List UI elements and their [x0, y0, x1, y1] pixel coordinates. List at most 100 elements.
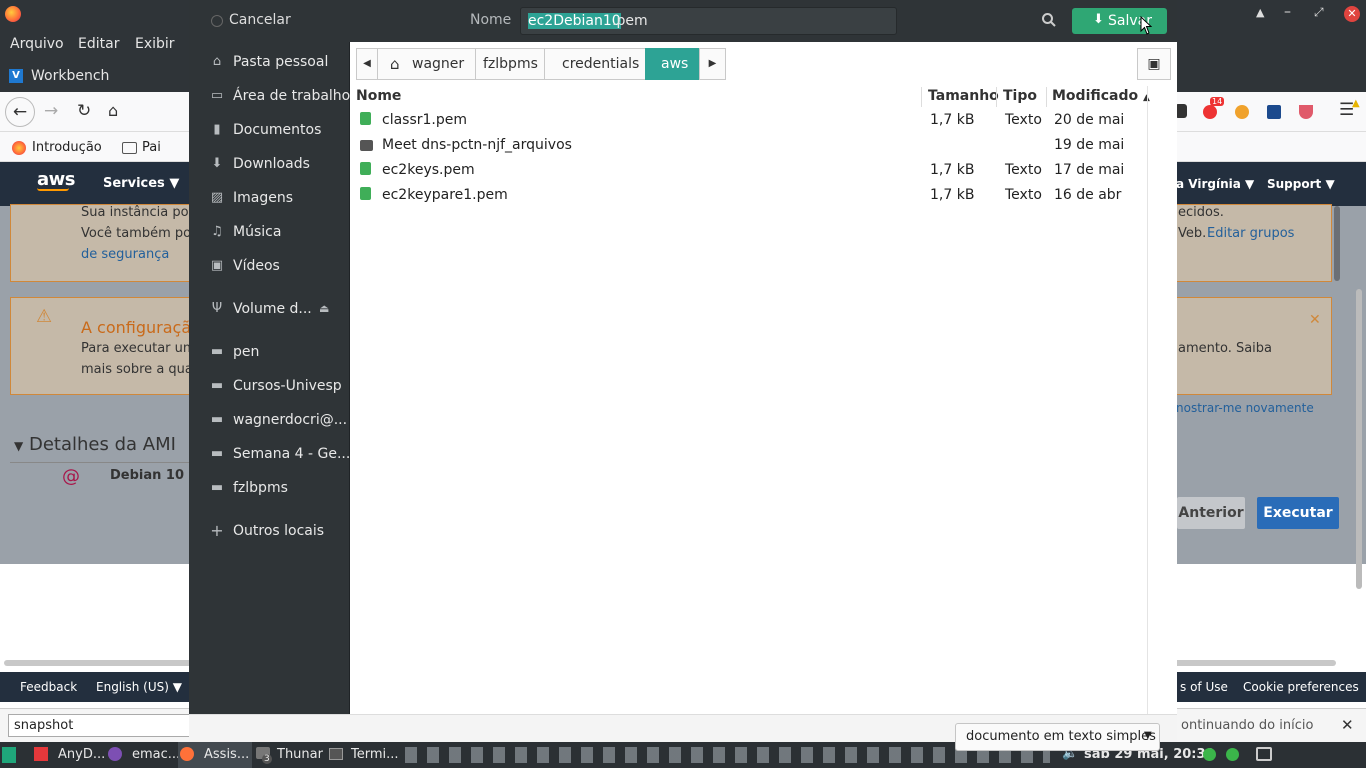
sidebar-item-music[interactable]: ♫ Música — [189, 215, 350, 249]
edit-groups-link[interactable]: Editar grupos — [1207, 226, 1294, 241]
file-modified: 16 de abr — [1054, 187, 1122, 203]
sidebar-item-label: Downloads — [233, 156, 310, 172]
sidebar-item-home[interactable]: ⌂ Pasta pessoal — [189, 45, 350, 79]
column-header-modified[interactable]: Modificado ▲ — [1052, 88, 1150, 104]
shield-extension-icon[interactable] — [1299, 105, 1313, 119]
warning-text-1: Para executar um — [81, 341, 196, 356]
column-header-type[interactable]: Tipo — [1003, 88, 1037, 104]
desktop-icon: ▭ — [210, 88, 224, 103]
breadcrumb-forward-button[interactable]: ▶ — [699, 48, 726, 80]
dont-show-again-link[interactable]: nostrar-me novamente — [1176, 401, 1314, 415]
terms-link[interactable]: s of Use — [1180, 680, 1228, 694]
breadcrumb-back-button[interactable]: ◀ — [356, 48, 378, 80]
ami-section-header[interactable]: ▼ Detalhes da AMI — [14, 434, 176, 455]
table-row[interactable]: ec2keypare1.pem 1,7 kB Texto 16 de abr — [350, 183, 1147, 208]
breadcrumb-credentials[interactable]: credentials — [544, 48, 646, 80]
security-groups-link[interactable]: de segurança — [81, 247, 169, 262]
emacs-icon — [108, 747, 122, 761]
apps-icon[interactable] — [2, 747, 16, 763]
cancel-label: Cancelar — [229, 12, 291, 28]
sidebar-item-downloads[interactable]: ⬇ Downloads — [189, 147, 350, 181]
language-selector[interactable]: English (US) ▼ — [96, 680, 182, 694]
vertical-scrollbar[interactable] — [1356, 289, 1362, 589]
aws-logo-icon[interactable]: aws — [37, 169, 76, 191]
folder-icon: ▬ — [210, 344, 224, 359]
anydesk-task[interactable]: AnyD... — [34, 742, 105, 768]
table-row[interactable]: ec2keys.pem 1,7 kB Texto 17 de mai — [350, 158, 1147, 183]
sidebar-item-label: fzlbpms — [233, 480, 288, 496]
sidebar-item-videos[interactable]: ▣ Vídeos — [189, 249, 350, 283]
menu-arquivo[interactable]: Arquivo — [10, 36, 64, 52]
sidebar-item-semana4[interactable]: ▬ Semana 4 - Ge... — [189, 437, 350, 471]
check-icon — [1226, 748, 1239, 761]
sidebar-item-cursos-univesp[interactable]: ▬ Cursos-Univesp — [189, 369, 350, 403]
search-icon[interactable] — [1041, 12, 1057, 28]
window-menu-icon[interactable]: ▲ — [1256, 6, 1264, 19]
column-divider — [1046, 87, 1047, 107]
sidebar-item-volume[interactable]: Ψ Volume d... ⏏ — [189, 292, 350, 326]
eject-icon[interactable]: ⏏ — [319, 302, 329, 315]
sidebar-item-other-locations[interactable]: + Outros locais — [189, 514, 350, 548]
column-header-name[interactable]: Nome — [356, 88, 401, 104]
show-desktop-icon[interactable] — [1256, 747, 1272, 761]
menu-exibir[interactable]: Exibir — [135, 36, 175, 52]
back-button[interactable]: ← — [5, 97, 35, 127]
chart-extension-icon[interactable] — [1267, 105, 1281, 119]
filename-extension-text: .pem — [612, 13, 648, 29]
folder-bookmark-icon — [122, 142, 137, 154]
sidebar-item-desktop[interactable]: ▭ Área de trabalho — [189, 79, 350, 113]
download-icon: ⬇ — [211, 156, 223, 171]
services-menu[interactable]: Services ▼ — [103, 176, 179, 191]
task-label: Assis... — [204, 747, 250, 762]
coin-extension-icon[interactable] — [1235, 105, 1249, 119]
menu-editar[interactable]: Editar — [78, 36, 119, 52]
feedback-link[interactable]: Feedback — [20, 680, 77, 694]
sidebar-item-wagnerdocri[interactable]: ▬ wagnerdocri@... — [189, 403, 350, 437]
region-menu[interactable]: a Virgínia ▼ — [1176, 177, 1254, 191]
column-divider — [921, 87, 922, 107]
table-row[interactable]: classr1.pem 1,7 kB Texto 20 de mai — [350, 108, 1147, 133]
launch-button[interactable]: Executar — [1257, 497, 1339, 529]
terminal-task[interactable]: Termi... — [329, 742, 401, 768]
column-header-size[interactable]: Tamanho — [928, 88, 999, 104]
file-type: Texto — [1005, 187, 1042, 203]
create-folder-button[interactable]: ▣ — [1137, 48, 1171, 80]
sidebar-item-documents[interactable]: ▮ Documentos — [189, 113, 350, 147]
sidebar-item-pen[interactable]: ▬ pen — [189, 335, 350, 369]
forward-button[interactable]: → — [44, 101, 58, 121]
save-button[interactable]: ⬇ Salvar — [1072, 8, 1167, 34]
thunar-task[interactable]: 3 Thunar — [256, 742, 326, 768]
maximize-icon[interactable]: ⤢ — [1314, 5, 1324, 20]
notification-count-badge: 14 — [1210, 97, 1225, 106]
back-step-button[interactable]: Anterior — [1177, 497, 1245, 529]
reload-button[interactable]: ↻ — [77, 101, 91, 121]
close-window-icon[interactable]: ✕ — [1344, 6, 1360, 22]
section-divider — [10, 462, 190, 463]
minimize-icon[interactable]: – — [1284, 4, 1291, 20]
document-icon: ▮ — [213, 122, 221, 137]
notification-extension-icon[interactable] — [1203, 105, 1217, 119]
workbench-favicon-icon: V — [9, 69, 23, 83]
workbench-tab[interactable]: V Workbench — [0, 60, 189, 92]
emacs-task[interactable]: emac... — [108, 742, 180, 768]
find-input[interactable]: snapshot — [8, 714, 198, 737]
page-scrollbar[interactable] — [1334, 206, 1340, 281]
thunar-badge: 3 — [262, 754, 272, 764]
breadcrumb-fzlbpms[interactable]: fzlbpms — [475, 48, 545, 80]
breadcrumb-aws[interactable]: aws — [645, 48, 700, 80]
dialog-footer: documento em texto simples ▼ — [189, 714, 1177, 751]
home-button[interactable]: ⌂ — [108, 101, 118, 120]
close-warning-icon[interactable]: ✕ — [1309, 312, 1321, 328]
sidebar-item-images[interactable]: ▨ Imagens — [189, 181, 350, 215]
support-menu[interactable]: Support ▼ — [1267, 177, 1335, 191]
filename-input[interactable]: ec2Debian10 .pem — [520, 7, 897, 35]
firefox-task[interactable]: Assis... — [178, 742, 252, 768]
cookie-preferences-link[interactable]: Cookie preferences — [1243, 680, 1359, 694]
breadcrumb-wagner[interactable]: ⌂ wagner — [377, 48, 476, 80]
file-type-filter[interactable]: documento em texto simples ▼ — [955, 723, 1160, 751]
check-icon — [1203, 748, 1216, 761]
table-row[interactable]: Meet dns-pctn-njf_arquivos 19 de mai — [350, 133, 1147, 158]
file-size: 1,7 kB — [930, 162, 975, 178]
close-find-icon[interactable]: ✕ — [1341, 716, 1354, 734]
sidebar-item-fzlbpms[interactable]: ▬ fzlbpms — [189, 471, 350, 505]
